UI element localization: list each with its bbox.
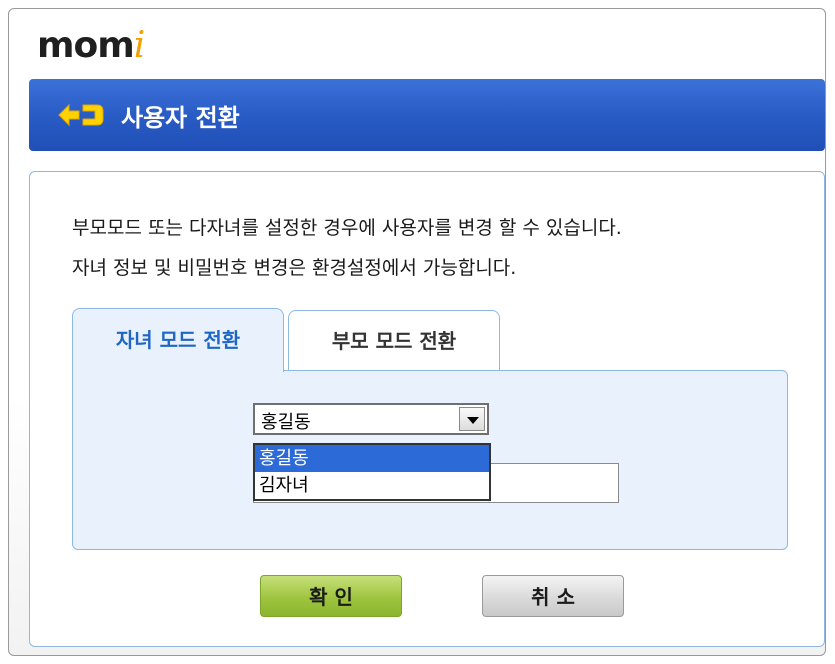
cancel-button[interactable]: 취 소 — [482, 575, 624, 617]
tab-child-mode[interactable]: 자녀 모드 전환 — [72, 308, 284, 372]
dialog-window: momi 사용자 전환 부모모드 또는 다자녀를 설정한 경우에 사용자를 변경… — [8, 8, 826, 656]
user-select-value: 홍길동 — [261, 412, 311, 433]
logo-accent: i — [133, 25, 145, 66]
description: 부모모드 또는 다자녀를 설정한 경우에 사용자를 변경 할 수 있습니다. 자… — [72, 208, 622, 288]
confirm-button[interactable]: 확 인 — [260, 575, 402, 617]
dialog-title-bar: 사용자 전환 — [29, 79, 825, 151]
tab-content-child-mode: 홍길동 홍길동 김자녀 — [72, 370, 788, 550]
logo-text: mom — [37, 25, 135, 66]
user-option[interactable]: 홍길동 — [255, 445, 489, 472]
user-select-dropdown: 홍길동 김자녀 — [253, 443, 491, 501]
chevron-down-icon[interactable] — [459, 407, 485, 431]
description-line-1: 부모모드 또는 다자녀를 설정한 경우에 사용자를 변경 할 수 있습니다. — [72, 217, 622, 239]
description-line-2: 자녀 정보 및 비밀번호 변경은 환경설정에서 가능합니다. — [72, 257, 517, 279]
app-logo: momi — [37, 25, 145, 66]
user-select[interactable]: 홍길동 — [253, 403, 489, 435]
dialog-title: 사용자 전환 — [121, 104, 240, 132]
switch-arrows-icon — [58, 103, 104, 127]
user-option[interactable]: 김자녀 — [255, 472, 489, 499]
content-panel: 부모모드 또는 다자녀를 설정한 경우에 사용자를 변경 할 수 있습니다. 자… — [29, 171, 825, 647]
tab-parent-mode[interactable]: 부모 모드 전환 — [288, 310, 500, 370]
